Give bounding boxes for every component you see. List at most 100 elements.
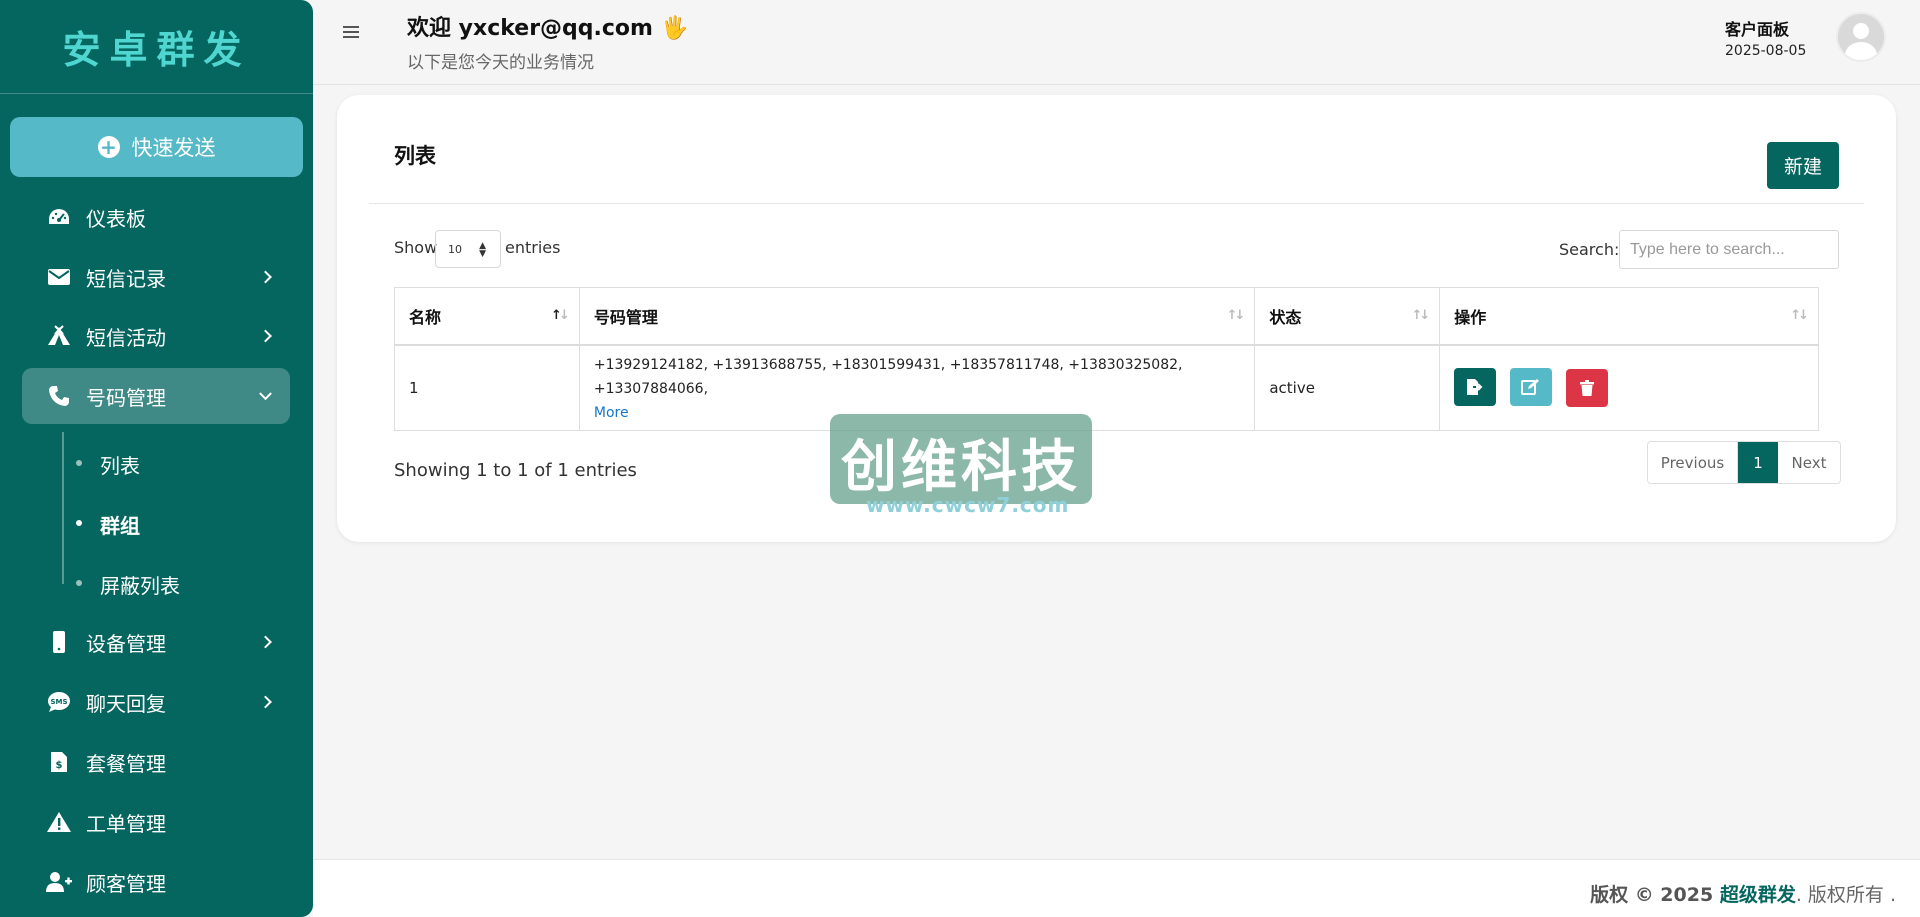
sidebar-item-label: 短信活动: [86, 325, 166, 350]
list-card: 列表 新建 Show 10 ▲▼ entries Search: 名称↑↓ 号码…: [337, 95, 1896, 542]
sidebar-item-plan-management[interactable]: $ 套餐管理: [22, 734, 290, 790]
sidebar-item-number-management[interactable]: 号码管理: [22, 368, 290, 424]
page-length-select[interactable]: 10 ▲ ▼: [435, 230, 501, 268]
submenu-item-groups[interactable]: 群组: [100, 510, 140, 539]
column-header-name[interactable]: 名称 ↑↓: [394, 287, 580, 346]
select-arrows-icon: ▲ ▼: [479, 241, 486, 259]
brand-logo[interactable]: 安卓群发: [0, 0, 313, 94]
column-header-status[interactable]: 状态 ↑↓: [1254, 287, 1441, 346]
quick-send-button[interactable]: + 快速发送: [10, 117, 303, 177]
copyright-suffix: . 版权所有 .: [1795, 884, 1896, 906]
footer-brand-link[interactable]: 超级群发: [1720, 884, 1796, 906]
chevron-right-icon: [259, 270, 272, 284]
gauge-icon: [44, 205, 74, 229]
pagination-next[interactable]: Next: [1778, 442, 1840, 483]
welcome-title: 欢迎 yxcker@qq.com 🖐: [407, 10, 688, 42]
sidebar-item-label: 仪表板: [86, 206, 146, 231]
sidebar-item-sms-records[interactable]: 短信记录: [22, 249, 290, 305]
sms-bubble-icon: SMS: [44, 690, 74, 714]
copyright-text: 版权 © 2025 超级群发. 版权所有 .: [1590, 880, 1896, 907]
file-export-icon: [1467, 379, 1483, 396]
edit-button[interactable]: [1510, 368, 1553, 407]
sidebar-item-customer-management[interactable]: 顾客管理: [22, 854, 290, 910]
table-info: Showing 1 to 1 of 1 entries: [394, 460, 637, 481]
sidebar-item-label: 号码管理: [86, 385, 166, 410]
sidebar-item-label: 工单管理: [86, 811, 166, 836]
cell-name: 1: [394, 344, 580, 431]
chevron-right-icon: [259, 329, 272, 343]
page-length-value: 10: [448, 242, 462, 256]
table-row: 1 +13929124182, +13913688755, +183015994…: [394, 344, 1819, 431]
new-button[interactable]: 新建: [1767, 142, 1839, 189]
more-link[interactable]: More: [594, 405, 629, 421]
brand-title: 安卓群发: [62, 28, 251, 72]
watermark-badge: 创维科技: [830, 414, 1092, 504]
footer: 版权 © 2025 超级群发. 版权所有 .: [313, 859, 1920, 917]
sidebar-item-ticket-management[interactable]: 工单管理: [22, 794, 290, 850]
search-label: Search:: [1559, 240, 1620, 259]
svg-text:$: $: [56, 760, 63, 771]
mobile-icon: [44, 630, 74, 654]
sidebar-item-label: 设备管理: [86, 631, 166, 656]
card-title: 列表: [394, 144, 436, 168]
quick-send-label: 快速发送: [131, 136, 216, 160]
warning-icon: [44, 810, 74, 834]
sidebar-item-label: 聊天回复: [86, 691, 166, 716]
top-header: 欢迎 yxcker@qq.com 🖐 以下是您今天的业务情况 客户面板 2025-…: [313, 0, 1920, 85]
submenu-bullet: [76, 460, 82, 466]
submenu-bullet: [76, 580, 82, 586]
submenu-item-blocklist[interactable]: 屏蔽列表: [100, 570, 180, 599]
svg-text:SMS: SMS: [50, 698, 67, 706]
pagination-previous[interactable]: Previous: [1648, 442, 1738, 483]
cell-status: active: [1254, 344, 1441, 431]
chevron-down-icon: [259, 387, 272, 401]
data-table: 名称 ↑↓ 号码管理 ↑↓ 状态 ↑↓ 操作 ↑↓ 1 +13929124182, +1…: [394, 287, 1819, 431]
welcome-subtitle: 以下是您今天的业务情况: [407, 53, 594, 73]
sidebar-item-dashboard[interactable]: 仪表板: [22, 189, 290, 245]
pagination: Previous 1 Next: [1647, 441, 1841, 484]
delete-button[interactable]: [1565, 369, 1608, 408]
phone-icon: [44, 384, 74, 408]
sidebar-item-sms-campaigns[interactable]: 短信活动: [22, 308, 290, 364]
chevron-right-icon: [259, 695, 272, 709]
card-divider: [369, 203, 1864, 204]
entries-label: entries: [505, 238, 561, 257]
search-input[interactable]: [1619, 230, 1839, 269]
show-label: Show: [394, 238, 438, 257]
trash-icon: [1579, 380, 1594, 397]
pagination-page-1[interactable]: 1: [1738, 442, 1778, 483]
submenu-item-list[interactable]: 列表: [100, 450, 140, 479]
file-invoice-dollar-icon: $: [44, 750, 74, 774]
sidebar: 安卓群发 + 快速发送 仪表板 短信记录 短信活动 号码管理 列表 群组 屏蔽列…: [0, 0, 313, 917]
customer-panel-label: 客户面板: [1725, 20, 1790, 39]
copyright-prefix: 版权 © 2025: [1590, 884, 1720, 906]
export-button[interactable]: [1454, 368, 1497, 407]
chevron-right-icon: [259, 635, 272, 649]
watermark-text: 创维科技: [841, 435, 1081, 500]
sidebar-item-device-management[interactable]: 设备管理: [22, 614, 290, 670]
plus-circle-icon: +: [97, 136, 120, 158]
sidebar-item-label: 短信记录: [86, 266, 166, 291]
numbers-text: +13929124182, +13913688755, +18301599431…: [593, 357, 1183, 398]
sidebar-item-label: 顾客管理: [86, 871, 166, 896]
sort-icon: ↑↓: [1226, 308, 1246, 323]
sort-asc-icon: ↑↓: [551, 308, 570, 323]
current-date: 2025-08-05: [1725, 43, 1807, 59]
waving-hand-icon: 🖐: [660, 16, 689, 41]
submenu-tree-line: [62, 432, 64, 584]
menu-toggle-icon[interactable]: [343, 26, 359, 40]
envelope-icon: [44, 265, 74, 289]
column-header-actions[interactable]: 操作 ↑↓: [1439, 287, 1819, 346]
cell-actions: [1439, 344, 1819, 431]
welcome-text: 欢迎 yxcker@qq.com: [407, 16, 653, 41]
submenu-bullet: [76, 520, 82, 526]
column-header-numbers[interactable]: 号码管理 ↑↓: [578, 287, 1256, 346]
watermark-url: www.cwcw7.com: [866, 493, 1070, 517]
edit-icon: [1521, 379, 1540, 396]
sidebar-item-chat-replies[interactable]: SMS 聊天回复: [22, 674, 290, 730]
user-plus-icon: [44, 870, 74, 894]
sidebar-item-label: 套餐管理: [86, 751, 166, 776]
sort-icon: ↑↓: [1790, 308, 1809, 323]
campground-icon: [44, 324, 74, 348]
user-avatar[interactable]: [1838, 14, 1884, 60]
